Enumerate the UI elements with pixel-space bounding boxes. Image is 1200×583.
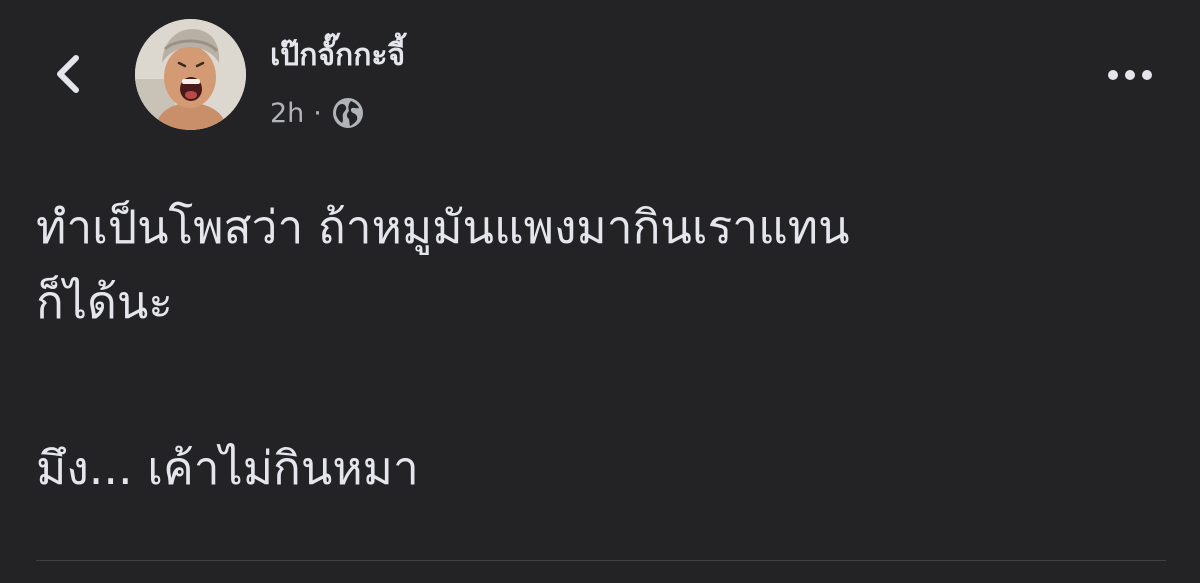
- post-timestamp[interactable]: 2h: [270, 98, 304, 129]
- globe-icon: [331, 96, 365, 130]
- post-text-line: มึง... เค้าไม่กินหมา: [36, 441, 419, 496]
- more-horizontal-icon: [1107, 66, 1153, 85]
- post-text: ทำเป็นโพสว่า ถ้าหมูมันแพงมากินเราแทน ก็ไ…: [36, 190, 1166, 506]
- more-options-button[interactable]: [1100, 55, 1160, 95]
- avatar[interactable]: [135, 19, 246, 130]
- post-meta: 2h ·: [270, 94, 365, 132]
- meta-separator: ·: [313, 97, 322, 129]
- post-header: เป๊กจั๊กกะจี้ 2h ·: [0, 0, 1200, 150]
- author-name[interactable]: เป๊กจั๊กกะจี้: [270, 36, 405, 76]
- post-text-line: ทำเป็นโพสว่า ถ้าหมูมันแพงมากินเราแทน: [36, 200, 850, 254]
- back-button[interactable]: [40, 48, 96, 104]
- post-text-line: ก็ได้นะ: [36, 274, 174, 329]
- divider: [36, 560, 1166, 561]
- chevron-left-icon: [52, 52, 84, 100]
